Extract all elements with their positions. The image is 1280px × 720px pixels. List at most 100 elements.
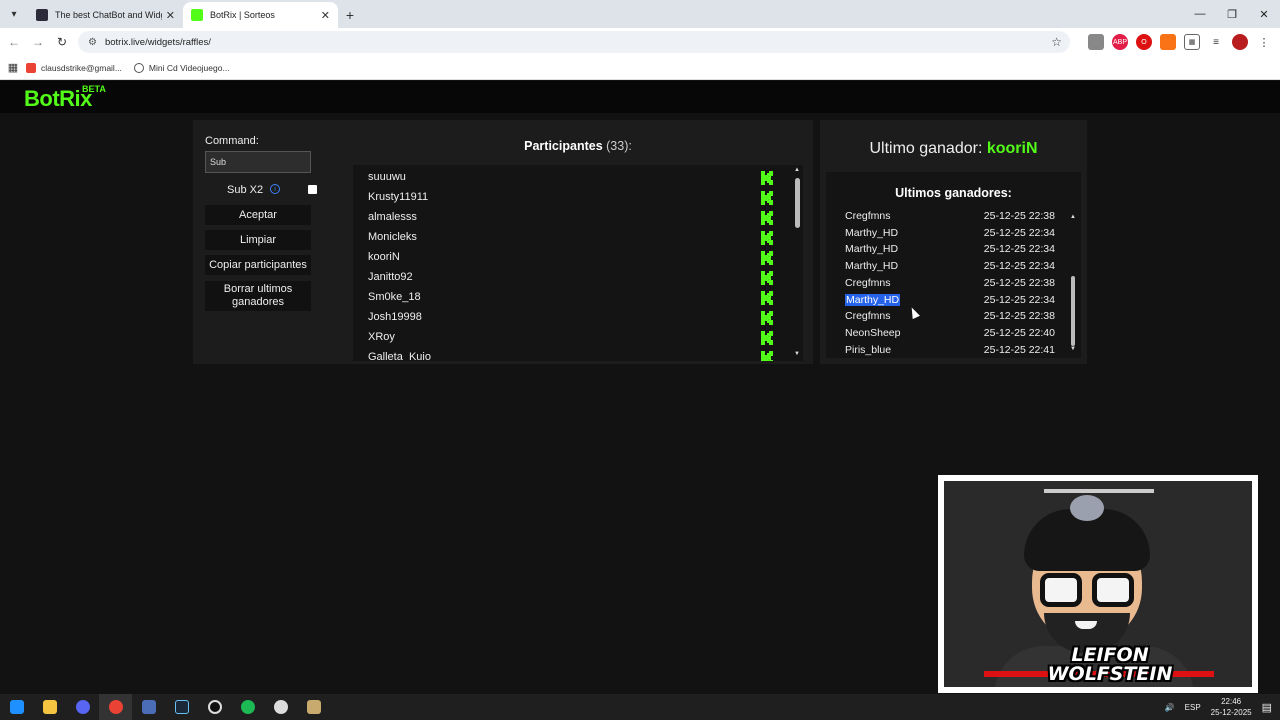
last-winner-label: Ultimo ganador: xyxy=(869,140,983,157)
language-indicator[interactable]: ESP xyxy=(1185,703,1201,712)
tab-botrix-sorteos[interactable]: BotRix | Sorteos ✕ xyxy=(183,2,338,28)
opera-icon[interactable]: O xyxy=(1136,34,1152,50)
start-button[interactable] xyxy=(0,694,33,720)
metamask-icon[interactable] xyxy=(1160,34,1176,50)
league-icon xyxy=(306,700,321,714)
taskbar-app[interactable] xyxy=(132,694,165,720)
kick-icon xyxy=(761,271,773,285)
participant-name: Galleta_Kuio xyxy=(368,351,431,361)
bookmarks-bar: ▦ clausdstrike@gmail... Mini Cd Videojue… xyxy=(0,56,1280,80)
winner-row: Marthy_HD 25-12-25 22:34 xyxy=(845,243,1055,257)
participant-name: XRoy xyxy=(368,331,395,343)
tab-favicon xyxy=(191,9,203,21)
scroll-thumb[interactable] xyxy=(795,178,800,228)
winner-row: Piris_blue 25-12-25 22:41 xyxy=(845,344,1055,358)
minimize-icon[interactable]: — xyxy=(1184,0,1216,28)
profile-avatar[interactable] xyxy=(1232,34,1248,50)
winner-date: 25-12-25 22:38 xyxy=(983,310,1055,323)
scroll-down-icon[interactable]: ▼ xyxy=(1070,346,1076,352)
accept-button[interactable]: Aceptar xyxy=(205,205,311,225)
scroll-up-icon[interactable]: ▲ xyxy=(1070,214,1076,220)
taskbar-obs[interactable] xyxy=(198,694,231,720)
delete-winners-button[interactable]: Borrar ultimos ganadores xyxy=(205,281,311,311)
winner-date: 25-12-25 22:34 xyxy=(983,293,1055,306)
webcam-frame: LEIFON WOLFSTEIN xyxy=(944,481,1252,687)
bookmark-gmail[interactable]: clausdstrike@gmail... xyxy=(26,62,122,73)
participants-count: (33): xyxy=(606,139,632,153)
winner-name: Marthy_HD xyxy=(845,243,899,256)
winner-date: 25-12-25 22:38 xyxy=(983,210,1055,222)
address-bar: ← → ↻ ⚙ botrix.live/widgets/raffles/ ☆ A… xyxy=(0,28,1280,56)
clear-button[interactable]: Limpiar xyxy=(205,230,311,250)
winners-panel: Ultimo ganador: kooriN Ultimos ganadores… xyxy=(820,120,1087,364)
participant-name: suuuwu xyxy=(368,171,406,183)
bookmark-label: Mini Cd Videojuego... xyxy=(148,62,230,73)
site-info-icon[interactable]: ⚙ xyxy=(88,37,97,48)
apps-icon[interactable]: ▦ xyxy=(0,61,26,74)
winner-row: Cregfmns 25-12-25 22:38 xyxy=(845,310,1055,324)
close-tab-icon[interactable]: ✕ xyxy=(166,9,175,22)
command-label: Command: xyxy=(205,135,259,147)
participant-name: Sm0ke_18 xyxy=(368,291,421,303)
scroll-up-icon[interactable]: ▲ xyxy=(794,167,800,173)
scroll-down-icon[interactable]: ▼ xyxy=(794,351,800,357)
bookmark-mini-cd[interactable]: Mini Cd Videojuego... xyxy=(133,62,230,73)
info-icon[interactable]: i xyxy=(270,184,280,194)
reader-icon[interactable] xyxy=(1088,34,1104,50)
participants-scrollbar[interactable]: ▲ ▼ xyxy=(791,165,803,361)
winner-date: 25-12-25 22:41 xyxy=(983,343,1055,356)
taskbar-explorer[interactable] xyxy=(33,694,66,720)
clock[interactable]: 22:46 25-12-2025 xyxy=(1211,696,1252,718)
forward-icon[interactable]: → xyxy=(26,35,50,49)
kick-icon xyxy=(761,331,773,345)
winners-scrollbar[interactable]: ▲ ▼ xyxy=(1068,212,1078,357)
steam-icon xyxy=(174,700,189,714)
media-icon[interactable]: ≡ xyxy=(1208,34,1224,50)
reload-icon[interactable]: ↻ xyxy=(50,35,74,49)
winner-row: Cregfmns 25-12-25 22:38 xyxy=(845,210,1055,224)
beta-badge: BETA xyxy=(82,84,106,94)
adblock-icon[interactable]: ABP xyxy=(1112,34,1128,50)
menu-icon[interactable]: ⋮ xyxy=(1256,34,1272,50)
new-tab-button[interactable]: + xyxy=(338,2,362,28)
volume-icon[interactable]: 🔊 xyxy=(1165,703,1175,712)
bookmark-label: clausdstrike@gmail... xyxy=(41,62,122,73)
glasses-left xyxy=(1040,573,1082,607)
scroll-thumb[interactable] xyxy=(1071,276,1075,346)
extensions-icon[interactable]: ▦ xyxy=(1184,34,1200,50)
taskbar-steelseries[interactable] xyxy=(264,694,297,720)
windows-icon xyxy=(9,700,24,714)
bookmark-star-icon[interactable]: ☆ xyxy=(1051,35,1062,49)
command-input[interactable] xyxy=(205,151,311,173)
taskbar-league[interactable] xyxy=(297,694,330,720)
back-icon[interactable]: ← xyxy=(2,35,26,49)
winner-row: Marthy_HD 25-12-25 22:34 xyxy=(845,260,1055,274)
spotify-icon xyxy=(240,700,255,714)
winner-row: Marthy_HD 25-12-25 22:34 xyxy=(845,227,1055,241)
taskbar-chrome[interactable] xyxy=(99,694,132,720)
tab-search-icon[interactable]: ▾ xyxy=(0,0,28,28)
winner-name: Marthy_HD xyxy=(845,226,899,239)
sub-x2-checkbox[interactable] xyxy=(308,185,317,194)
winner-date: 25-12-25 22:34 xyxy=(983,226,1055,239)
taskbar-spotify[interactable] xyxy=(231,694,264,720)
obs-icon xyxy=(207,700,222,714)
close-window-icon[interactable]: ✕ xyxy=(1248,0,1280,28)
participants-list[interactable]: suuuwu Krusty11911 almalesss Monicleks koori… xyxy=(353,165,803,361)
url-field[interactable]: ⚙ botrix.live/widgets/raffles/ ☆ xyxy=(78,31,1070,53)
winners-history[interactable]: Ultimos ganadores: Cregfmns 25-12-25 22:3… xyxy=(826,172,1081,358)
close-tab-icon[interactable]: ✕ xyxy=(321,9,330,22)
taskbar-discord[interactable] xyxy=(66,694,99,720)
tab-chatbot[interactable]: The best ChatBot and Widgets ✕ xyxy=(28,2,183,28)
tab-title: The best ChatBot and Widgets xyxy=(55,10,162,20)
windows-taskbar: 🔊 ESP 22:46 25-12-2025 ▤ xyxy=(0,694,1280,720)
restore-icon[interactable]: ❐ xyxy=(1216,0,1248,28)
kick-icon xyxy=(761,231,773,245)
kick-icon xyxy=(761,291,773,305)
copy-participants-button[interactable]: Copiar participantes xyxy=(205,255,311,275)
taskbar-steam[interactable] xyxy=(165,694,198,720)
participant-name: Krusty11911 xyxy=(368,191,429,203)
gear-icon xyxy=(273,700,288,714)
notifications-icon[interactable]: ▤ xyxy=(1262,701,1272,714)
kick-icon xyxy=(761,311,773,325)
